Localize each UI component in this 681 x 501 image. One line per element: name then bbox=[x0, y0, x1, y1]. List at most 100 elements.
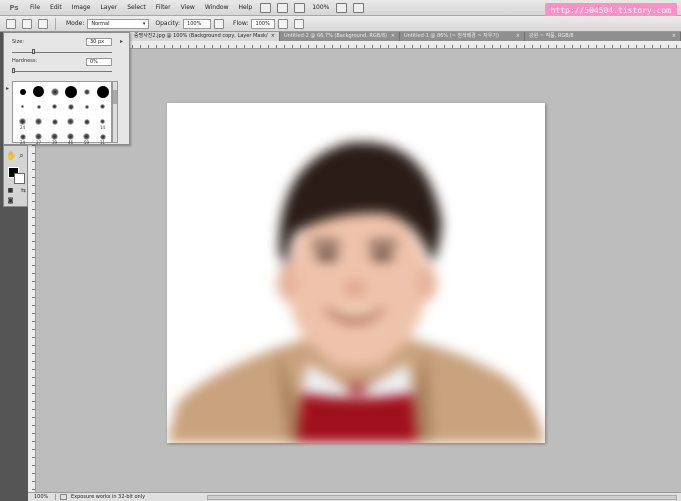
brush-preset[interactable] bbox=[95, 84, 110, 99]
brush-preset-size: 39 bbox=[51, 140, 58, 145]
close-tab-icon[interactable]: × bbox=[391, 32, 395, 41]
document-tab[interactable]: Untitled-2 @ 66.7% (Background, RGB/8) × bbox=[280, 32, 400, 41]
brush-tip-icon bbox=[19, 88, 26, 95]
brush-preset[interactable] bbox=[15, 84, 30, 99]
document-canvas[interactable] bbox=[167, 103, 545, 443]
zoom-tool-icon[interactable]: ⌕ bbox=[17, 151, 26, 160]
brush-preset[interactable]: 39 bbox=[47, 129, 62, 145]
brush-tip-icon bbox=[19, 133, 26, 140]
menu-layer[interactable]: Layer bbox=[95, 0, 122, 16]
status-message: Exposure works in 32-bit only bbox=[71, 494, 146, 500]
horizontal-scrollbar[interactable] bbox=[207, 495, 677, 500]
brush-tip-icon bbox=[19, 118, 26, 125]
brush-preset-picker-icon[interactable] bbox=[22, 18, 32, 29]
hand-tool-icon[interactable]: ✋ bbox=[6, 151, 16, 160]
brush-tip-icon bbox=[96, 85, 109, 98]
close-tab-icon[interactable]: × bbox=[672, 32, 676, 41]
pressure-opacity-icon[interactable] bbox=[214, 18, 225, 29]
hardness-slider-knob[interactable] bbox=[12, 68, 15, 73]
hardness-label: Hardness: bbox=[12, 58, 38, 64]
brush-preset[interactable] bbox=[47, 84, 62, 99]
close-tab-icon[interactable]: × bbox=[271, 32, 275, 41]
size-slider-track[interactable] bbox=[12, 52, 112, 53]
brush-tip-icon bbox=[36, 104, 41, 109]
background-color-swatch[interactable] bbox=[14, 173, 25, 184]
brush-preset[interactable] bbox=[63, 84, 78, 99]
brush-preset[interactable] bbox=[95, 99, 110, 114]
arrange-documents-icon[interactable] bbox=[336, 2, 348, 13]
hardness-slider-track[interactable] bbox=[12, 71, 112, 72]
quick-mask-icon[interactable]: ◙ bbox=[6, 196, 15, 205]
brush-tip-icon bbox=[83, 133, 90, 140]
mode-label: Mode: bbox=[66, 20, 85, 27]
bridge-icon[interactable] bbox=[260, 2, 272, 13]
status-info-icon[interactable] bbox=[60, 494, 67, 500]
brush-preset[interactable] bbox=[31, 114, 46, 129]
opacity-label: Opacity: bbox=[155, 20, 181, 27]
brush-preset[interactable]: 24 bbox=[15, 114, 30, 130]
size-slider-knob[interactable] bbox=[32, 49, 35, 54]
menu-window[interactable]: Window bbox=[200, 0, 234, 16]
zoom-level-select[interactable]: 100% bbox=[312, 4, 329, 11]
document-tab[interactable]: 강원 ~ 작품, RGB/8 × bbox=[525, 32, 681, 41]
default-colors-icon[interactable]: ■ bbox=[6, 186, 15, 195]
menu-edit[interactable]: Edit bbox=[45, 0, 67, 16]
brush-preset[interactable] bbox=[79, 114, 94, 129]
brush-preset[interactable] bbox=[63, 114, 78, 129]
screen-mode-icon[interactable] bbox=[353, 2, 365, 13]
menu-filter[interactable]: Filter bbox=[151, 0, 176, 16]
brush-preset[interactable]: 46 bbox=[63, 129, 78, 145]
swap-colors-icon[interactable]: ⇆ bbox=[19, 186, 28, 195]
toggle-brush-panel-icon[interactable] bbox=[38, 18, 48, 29]
menu-view[interactable]: View bbox=[176, 0, 200, 16]
brush-tip-icon bbox=[35, 118, 42, 125]
brush-tip-icon bbox=[51, 118, 58, 125]
brush-presets-grid: 241424273946591117 bbox=[12, 81, 112, 160]
view-extras-icon[interactable] bbox=[294, 2, 306, 13]
menu-help[interactable]: Help bbox=[234, 0, 258, 16]
brush-tool-icon[interactable] bbox=[6, 18, 16, 29]
presets-scroll-thumb[interactable] bbox=[113, 90, 117, 104]
brush-tip-icon bbox=[21, 105, 24, 108]
brush-tip-icon bbox=[67, 133, 74, 140]
hardness-value: 0% bbox=[90, 59, 98, 65]
brush-preset[interactable] bbox=[31, 84, 46, 99]
brush-preset[interactable] bbox=[79, 84, 94, 99]
menu-file[interactable]: File bbox=[25, 0, 45, 16]
brush-preset[interactable] bbox=[47, 114, 62, 129]
document-tab[interactable]: Untitled-1 @ 86% (~ 흰색배경 ~ 자우기) × bbox=[400, 32, 525, 41]
app-logo: Ps bbox=[9, 3, 19, 12]
hardness-field[interactable]: 0% bbox=[86, 58, 112, 66]
opacity-field[interactable]: 100% bbox=[183, 18, 212, 29]
brush-preset[interactable]: 24 bbox=[15, 129, 30, 145]
brush-preset[interactable] bbox=[15, 99, 30, 114]
mini-bridge-icon[interactable] bbox=[277, 2, 289, 13]
brush-preset[interactable] bbox=[79, 99, 94, 114]
menu-image[interactable]: Image bbox=[67, 0, 96, 16]
flow-field[interactable]: 100% bbox=[251, 18, 276, 29]
brush-tip-icon bbox=[52, 104, 57, 109]
brush-preset[interactable] bbox=[63, 99, 78, 114]
menu-select[interactable]: Select bbox=[122, 0, 151, 16]
airbrush-icon[interactable] bbox=[278, 18, 289, 29]
brush-preset[interactable] bbox=[47, 99, 62, 114]
status-zoom[interactable]: 100% bbox=[34, 494, 56, 500]
options-bar: Mode: Normal ▾ Opacity: 100% Flow: 100% bbox=[0, 16, 681, 32]
pressure-size-icon[interactable] bbox=[294, 18, 305, 29]
size-field[interactable]: 30 px bbox=[86, 38, 112, 46]
close-tab-icon[interactable]: × bbox=[516, 32, 520, 41]
brush-preset[interactable]: 11 bbox=[95, 129, 110, 145]
menu-items: File Edit Image Layer Select Filter View Window… bbox=[25, 0, 257, 16]
size-value: 30 px bbox=[90, 39, 105, 45]
presets-scrollbar[interactable] bbox=[112, 81, 118, 143]
document-tab[interactable]: 증명사진2.jpg @ 100% (Background copy, Layer… bbox=[130, 32, 280, 41]
preset-scroll-left-icon[interactable]: ▸ bbox=[6, 85, 9, 92]
mode-select[interactable]: Normal ▾ bbox=[87, 18, 150, 29]
document-tab-label: 강원 ~ 작품, RGB/8 bbox=[529, 33, 574, 39]
mode-value: Normal bbox=[91, 20, 110, 27]
brush-preset[interactable]: 14 bbox=[95, 114, 110, 130]
panel-menu-icon[interactable]: ▸ bbox=[120, 38, 123, 45]
brush-preset[interactable]: 27 bbox=[31, 129, 46, 145]
brush-preset[interactable]: 59 bbox=[79, 129, 94, 145]
brush-preset[interactable] bbox=[31, 99, 46, 114]
